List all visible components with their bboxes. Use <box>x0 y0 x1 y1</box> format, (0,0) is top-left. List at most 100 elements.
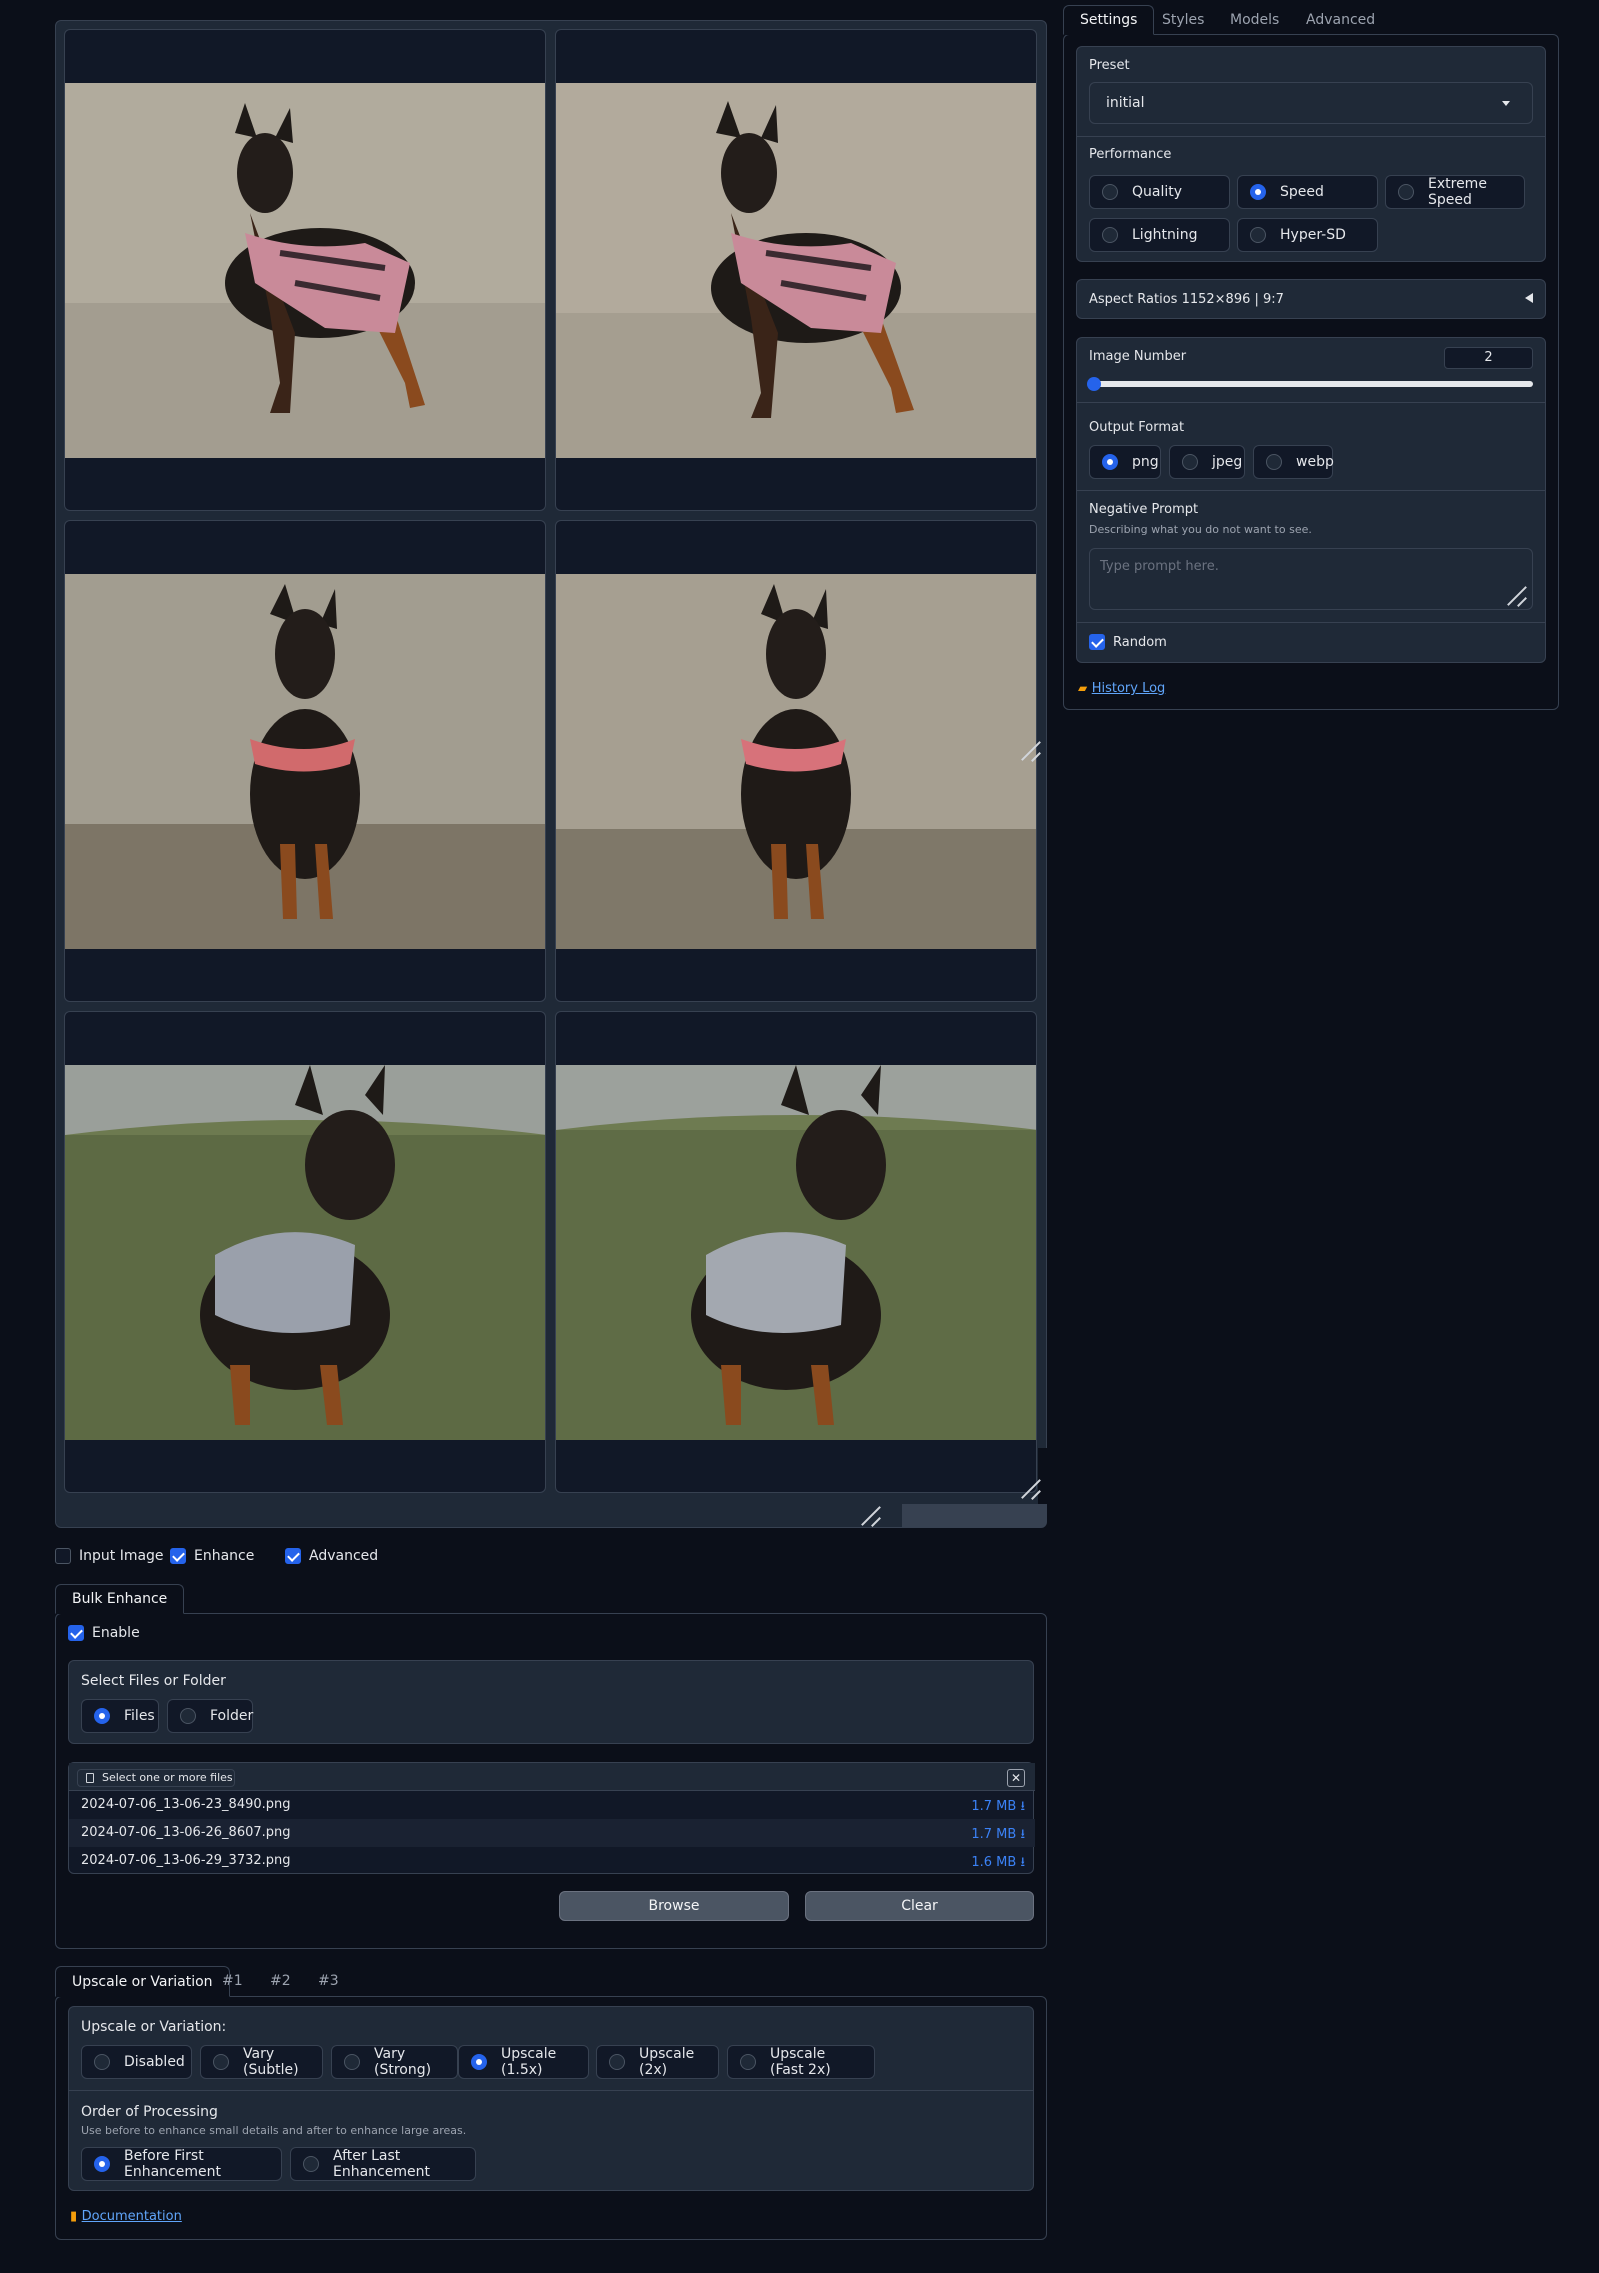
radio-upscale-1-5x[interactable]: Upscale (1.5x) <box>458 2045 589 2079</box>
radio-icon <box>1266 454 1282 470</box>
clear-button[interactable]: Clear <box>805 1891 1034 1921</box>
download-icon[interactable]: ⭳ <box>1020 1799 1025 1814</box>
radio-extreme-speed[interactable]: Extreme Speed <box>1385 175 1525 209</box>
image-number-slider[interactable] <box>1087 377 1533 391</box>
radio-quality[interactable]: Quality <box>1089 175 1230 209</box>
download-icon[interactable]: ⭳ <box>1020 1827 1025 1842</box>
checkbox-icon[interactable] <box>285 1548 301 1564</box>
random-toggle[interactable]: Random <box>1089 634 1167 650</box>
tab-bulk-enhance[interactable]: Bulk Enhance <box>55 1584 185 1614</box>
input-image-toggle[interactable]: Input Image <box>55 1548 164 1564</box>
tab-1[interactable]: #1 <box>206 1966 259 1996</box>
upload-label: Select one or more files <box>102 1771 233 1784</box>
tab-models[interactable]: Models <box>1214 5 1295 35</box>
gallery-image-1[interactable] <box>64 29 546 511</box>
checkbox-icon[interactable] <box>55 1548 71 1564</box>
download-icon[interactable]: ⭳ <box>1020 1855 1025 1870</box>
radio-vary-subtle[interactable]: Vary (Subtle) <box>200 2045 323 2079</box>
radio-icon <box>1250 227 1266 243</box>
file-row: 2024-07-06_13-06-23_8490.png 1.7 MB ⭳ <box>69 1791 1035 1819</box>
radio-icon <box>180 1708 196 1724</box>
radio-upscale-fast-2x[interactable]: Upscale (Fast 2x) <box>727 2045 875 2079</box>
radio-speed[interactable]: Speed <box>1237 175 1378 209</box>
radio-files[interactable]: Files <box>81 1699 159 1733</box>
radio-label: Disabled <box>124 2054 185 2070</box>
resize-handle-icon[interactable] <box>1506 585 1528 607</box>
radio-vary-strong[interactable]: Vary (Strong) <box>331 2045 458 2079</box>
upscale-options-block: Upscale or Variation: Disabled Vary (Sub… <box>68 2006 1034 2191</box>
chevron-down-icon <box>1502 101 1510 106</box>
enable-toggle[interactable]: Enable <box>68 1625 140 1641</box>
advanced-label: Advanced <box>309 1548 379 1564</box>
document-icon: ▮ <box>70 2209 78 2224</box>
order-title: Order of Processing <box>81 2104 218 2120</box>
radio-icon <box>1250 184 1266 200</box>
file-size[interactable]: 1.6 MB ⭳ <box>971 1853 1025 1875</box>
preset-label: Preset <box>1089 58 1130 73</box>
slider-thumb[interactable] <box>1087 377 1101 391</box>
radio-webp[interactable]: webp <box>1253 445 1334 479</box>
clear-label: Clear <box>901 1898 938 1914</box>
tab-settings[interactable]: Settings <box>1063 5 1155 35</box>
tab-2[interactable]: #2 <box>254 1966 307 1996</box>
gallery-image-6[interactable] <box>555 1011 1037 1493</box>
advanced-toggle[interactable]: Advanced <box>285 1548 378 1564</box>
radio-icon <box>609 2054 625 2070</box>
aspect-ratios-label: Aspect Ratios 1152×896 | 9:7 <box>1089 292 1284 307</box>
checkbox-icon[interactable] <box>68 1625 84 1641</box>
tab-upscale-or-variation[interactable]: Upscale or Variation <box>55 1966 230 1997</box>
radio-label: Vary (Strong) <box>374 2046 432 2078</box>
enhance-toggle[interactable]: Enhance <box>170 1548 254 1564</box>
upload-label-badge: Select one or more files <box>77 1769 235 1787</box>
file-size[interactable]: 1.7 MB ⭳ <box>971 1825 1025 1847</box>
gallery-image-5[interactable] <box>64 1011 546 1493</box>
resize-handle-icon[interactable] <box>860 1505 882 1527</box>
browse-button[interactable]: Browse <box>559 1891 789 1921</box>
negative-prompt-textarea[interactable]: Type prompt here. <box>1089 548 1533 610</box>
radio-label: Hyper-SD <box>1280 227 1346 243</box>
gallery-image-3[interactable] <box>64 520 546 1002</box>
radio-disabled[interactable]: Disabled <box>81 2045 192 2079</box>
history-log-link[interactable]: History Log <box>1092 681 1166 696</box>
enable-label: Enable <box>92 1625 140 1641</box>
resize-handle-icon[interactable] <box>1020 740 1042 762</box>
tab-advanced[interactable]: Advanced <box>1290 5 1391 35</box>
radio-after-last[interactable]: After Last Enhancement <box>290 2147 476 2181</box>
dog-image <box>65 83 545 458</box>
select-files-title: Select Files or Folder <box>81 1673 226 1689</box>
radio-before-first[interactable]: Before First Enhancement <box>81 2147 282 2181</box>
tab-3[interactable]: #3 <box>302 1966 355 1996</box>
radio-hyper-sd[interactable]: Hyper-SD <box>1237 218 1378 252</box>
checkbox-icon[interactable] <box>1089 634 1105 650</box>
documentation-link[interactable]: Documentation <box>82 2209 182 2224</box>
radio-icon <box>1102 184 1118 200</box>
browse-label: Browse <box>648 1898 700 1914</box>
tab-label: Upscale or Variation <box>72 1973 213 1990</box>
tab-label: Bulk Enhance <box>72 1591 168 1607</box>
radio-icon <box>1182 454 1198 470</box>
resize-handle-icon[interactable] <box>1020 1478 1042 1500</box>
radio-jpeg[interactable]: jpeg <box>1169 445 1245 479</box>
radio-label: Extreme Speed <box>1428 176 1487 208</box>
radio-label: Before First Enhancement <box>124 2148 221 2180</box>
checkbox-icon[interactable] <box>170 1548 186 1564</box>
preset-value: initial <box>1106 95 1145 111</box>
preset-dropdown[interactable]: initial <box>1089 82 1533 124</box>
generation-options-block: Image Number 2 Output Format png jpeg we… <box>1076 337 1546 663</box>
radio-png[interactable]: png <box>1089 445 1161 479</box>
radio-upscale-2x[interactable]: Upscale (2x) <box>596 2045 719 2079</box>
close-icon[interactable]: ✕ <box>1007 1769 1025 1787</box>
image-number-input[interactable]: 2 <box>1444 347 1533 369</box>
aspect-ratios-accordion[interactable]: Aspect Ratios 1152×896 | 9:7 <box>1076 279 1546 319</box>
gallery-image-4[interactable] <box>555 520 1037 1002</box>
gallery-image-2[interactable] <box>555 29 1037 511</box>
tab-styles[interactable]: Styles <box>1146 5 1220 35</box>
radio-lightning[interactable]: Lightning <box>1089 218 1230 252</box>
tab-label: Models <box>1230 12 1280 28</box>
radio-folder[interactable]: Folder <box>167 1699 253 1733</box>
file-name: 2024-07-06_13-06-23_8490.png <box>81 1797 291 1812</box>
dog-image <box>556 574 1036 949</box>
select-files-block: Select Files or Folder Files Folder <box>68 1660 1034 1744</box>
file-row: 2024-07-06_13-06-29_3732.png 1.6 MB ⭳ <box>69 1847 1035 1875</box>
file-size[interactable]: 1.7 MB ⭳ <box>971 1797 1025 1819</box>
